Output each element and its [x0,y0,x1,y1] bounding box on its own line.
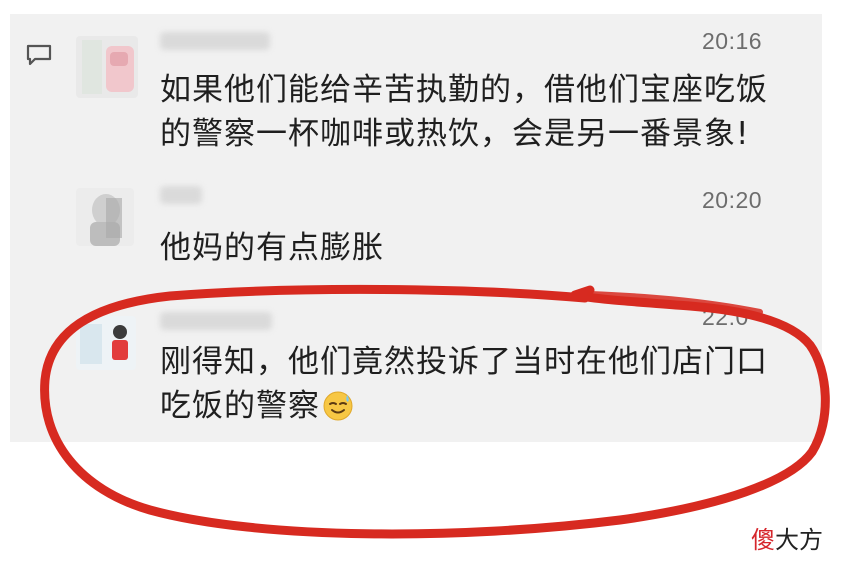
comment-line: 如果他们能给辛苦执勤的，借他们宝座吃饭 [160,72,768,108]
watermark-accent: 傻 [751,526,775,554]
watermark-rest: 大方 [775,526,823,554]
blurred-username [160,32,270,50]
smiling-face-with-sweat-icon [322,390,354,434]
timestamp: 20:16 [702,28,763,54]
comment-text: 如果他们能给辛苦执勤的，借他们宝座吃饭 的警察一杯咖啡或热饮，会是另一番景象! [160,68,768,156]
timestamp: 22:0 [702,304,749,330]
timestamp: 20:20 [702,187,763,213]
blurred-username [160,186,202,204]
avatar[interactable] [76,36,138,98]
comment-icon[interactable] [26,44,52,66]
watermark: 傻大方 [751,520,823,555]
avatar[interactable] [76,316,136,370]
comment-line-text: 吃饭的警察 [160,388,320,424]
blurred-username [160,312,272,330]
comment-text: 他妈的有点膨胀 [160,226,384,270]
comment-line: 吃饭的警察 [160,384,768,434]
comment-line: 刚得知，他们竟然投诉了当时在他们店门口 [160,344,768,380]
avatar[interactable] [76,188,134,246]
comment-line: 他妈的有点膨胀 [160,230,384,266]
comment-text: 刚得知，他们竟然投诉了当时在他们店门口 吃饭的警察 [160,340,768,434]
comment-line: 的警察一杯咖啡或热饮，会是另一番景象! [160,116,750,152]
